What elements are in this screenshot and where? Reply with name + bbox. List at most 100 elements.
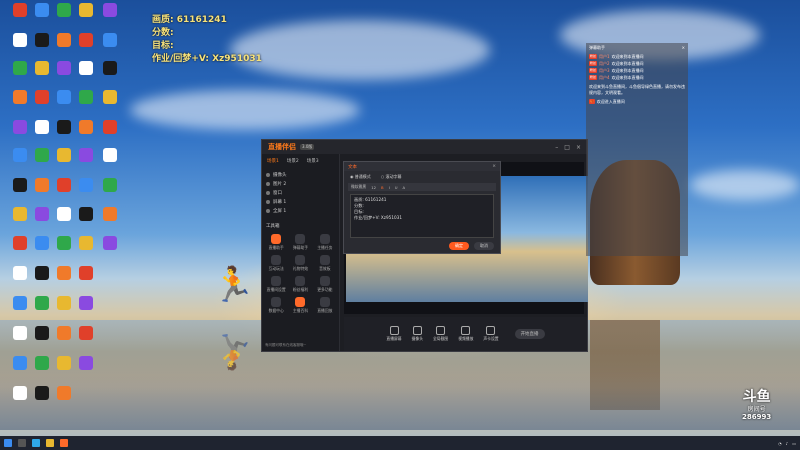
desktop-app-icon[interactable] (54, 148, 74, 162)
bottom-toolbar-item[interactable]: 视频播放 (458, 326, 473, 342)
tab-scene-1[interactable]: 场景1 (265, 157, 281, 165)
search-icon[interactable] (18, 439, 26, 447)
source-item[interactable]: 屏幕 1 (266, 197, 335, 206)
desktop-app-icon[interactable] (76, 148, 96, 162)
desktop-app-icon[interactable] (76, 33, 96, 47)
desktop-app-icon[interactable] (32, 33, 52, 47)
desktop-app-icon[interactable] (10, 3, 30, 17)
toolbox-item[interactable]: 互动玩法 (265, 255, 287, 272)
desktop-app-icon[interactable] (100, 33, 120, 47)
desktop-app-icon[interactable] (76, 207, 96, 221)
text-input[interactable]: 画质: 61161241 分数: 目标: 作业/回梦+V: Xz951031 (350, 194, 494, 238)
close-icon[interactable]: × (576, 144, 581, 151)
desktop-app-icon[interactable] (54, 61, 74, 75)
italic-icon[interactable]: I (389, 185, 390, 190)
toolbox-item[interactable]: 直播助手 (265, 234, 287, 251)
desktop-app-icon[interactable] (76, 61, 96, 75)
close-icon[interactable]: × (682, 45, 685, 51)
color-icon[interactable]: A (403, 185, 406, 190)
bottom-toolbar-item[interactable]: 直播屏幕 (386, 326, 402, 342)
desktop-app-icon[interactable] (100, 90, 120, 104)
toolbox-item[interactable]: 礼物特效 (289, 255, 311, 272)
toolbox-item[interactable]: 音效板 (314, 255, 336, 272)
desktop-app-icon[interactable] (54, 356, 74, 370)
desktop-app-icon[interactable] (10, 356, 30, 370)
toolbox-item[interactable]: 弹幕助手 (289, 234, 311, 251)
desktop-app-icon[interactable] (54, 90, 74, 104)
source-item[interactable]: 图片 2 (266, 179, 335, 188)
desktop-app-icon[interactable] (100, 61, 120, 75)
desktop-app-icon[interactable] (100, 3, 120, 17)
cancel-button[interactable]: 取消 (474, 242, 494, 250)
desktop-app-icon[interactable] (76, 90, 96, 104)
desktop-app-icon[interactable] (10, 326, 30, 340)
toolbox-item[interactable]: 粉丝福利 (289, 276, 311, 293)
desktop-app-icon[interactable] (76, 3, 96, 17)
desktop-app-icon[interactable] (54, 296, 74, 310)
desktop-app-icon[interactable] (54, 326, 74, 340)
toolbox-item[interactable]: 直播回放 (314, 297, 336, 314)
desktop-app-icon[interactable] (32, 120, 52, 134)
tab-scene-2[interactable]: 场景2 (285, 157, 301, 165)
desktop-app-icon[interactable] (10, 296, 30, 310)
eye-icon[interactable] (266, 181, 270, 186)
eye-icon[interactable] (266, 199, 270, 204)
desktop-app-icon[interactable] (54, 386, 74, 400)
desktop-app-icon[interactable] (54, 266, 74, 280)
desktop-app-icon[interactable] (32, 236, 52, 250)
confirm-button[interactable]: 确定 (449, 242, 469, 250)
desktop-app-icon[interactable] (54, 207, 74, 221)
eye-icon[interactable] (266, 172, 270, 177)
toolbox-item[interactable]: 主播百科 (289, 297, 311, 314)
radio-scroll[interactable]: ○ 滚动字幕 (381, 174, 402, 180)
desktop-app-icon[interactable] (10, 90, 30, 104)
chat-username[interactable]: 用户3 (599, 68, 610, 73)
desktop-app-icon[interactable] (76, 178, 96, 192)
desktop-app-icon[interactable] (32, 296, 52, 310)
desktop-app-icon[interactable] (32, 356, 52, 370)
desktop-app-icon[interactable] (32, 386, 52, 400)
wifi-icon[interactable]: ◔ (778, 441, 782, 446)
desktop-app-icon[interactable] (32, 61, 52, 75)
desktop-app-icon[interactable] (32, 3, 52, 17)
desktop-app-icon[interactable] (54, 33, 74, 47)
radio-normal[interactable]: ◉ 普通模式 (350, 174, 371, 180)
desktop-app-icon[interactable] (54, 3, 74, 17)
volume-icon[interactable]: ♪ (786, 441, 789, 446)
desktop-app-icon[interactable] (10, 148, 30, 162)
folder-icon[interactable] (46, 439, 54, 447)
desktop-app-icon[interactable] (10, 178, 30, 192)
source-item[interactable]: 全屏 1 (266, 206, 335, 215)
tab-scene-3[interactable]: 场景3 (305, 157, 321, 165)
desktop-app-icon[interactable] (76, 326, 96, 340)
start-icon[interactable] (4, 439, 12, 447)
minimize-icon[interactable]: – (555, 144, 558, 151)
desktop-app-icon[interactable] (10, 266, 30, 280)
bottom-toolbar-item[interactable]: 全局截图 (433, 326, 448, 342)
source-item[interactable]: 摄像头 (266, 170, 335, 179)
desktop-app-icon[interactable] (10, 386, 30, 400)
app-icon[interactable] (60, 439, 68, 447)
desktop-app-icon[interactable] (76, 356, 96, 370)
desktop-app-icon[interactable] (54, 236, 74, 250)
eye-icon[interactable] (266, 208, 270, 213)
desktop-app-icon[interactable] (76, 120, 96, 134)
desktop-app-icon[interactable] (100, 148, 120, 162)
desktop-app-icon[interactable] (32, 178, 52, 192)
desktop-app-icon[interactable] (32, 148, 52, 162)
desktop-app-icon[interactable] (32, 326, 52, 340)
desktop-app-icon[interactable] (32, 207, 52, 221)
desktop-app-icon[interactable] (10, 61, 30, 75)
toolbox-item[interactable]: 更多功能 (314, 276, 336, 293)
underline-icon[interactable]: U (395, 185, 398, 190)
desktop-app-icon[interactable] (76, 236, 96, 250)
desktop-app-icon[interactable] (100, 120, 120, 134)
desktop-app-icon[interactable] (32, 266, 52, 280)
eye-icon[interactable] (266, 190, 270, 195)
font-select[interactable]: 微软雅黑 (351, 184, 366, 190)
bottom-toolbar-item[interactable]: 摄像头 (412, 326, 423, 342)
maximize-icon[interactable]: □ (564, 144, 570, 151)
browser-icon[interactable] (32, 439, 40, 447)
font-size-select[interactable]: 12 (371, 185, 376, 190)
close-icon[interactable]: × (492, 164, 496, 169)
